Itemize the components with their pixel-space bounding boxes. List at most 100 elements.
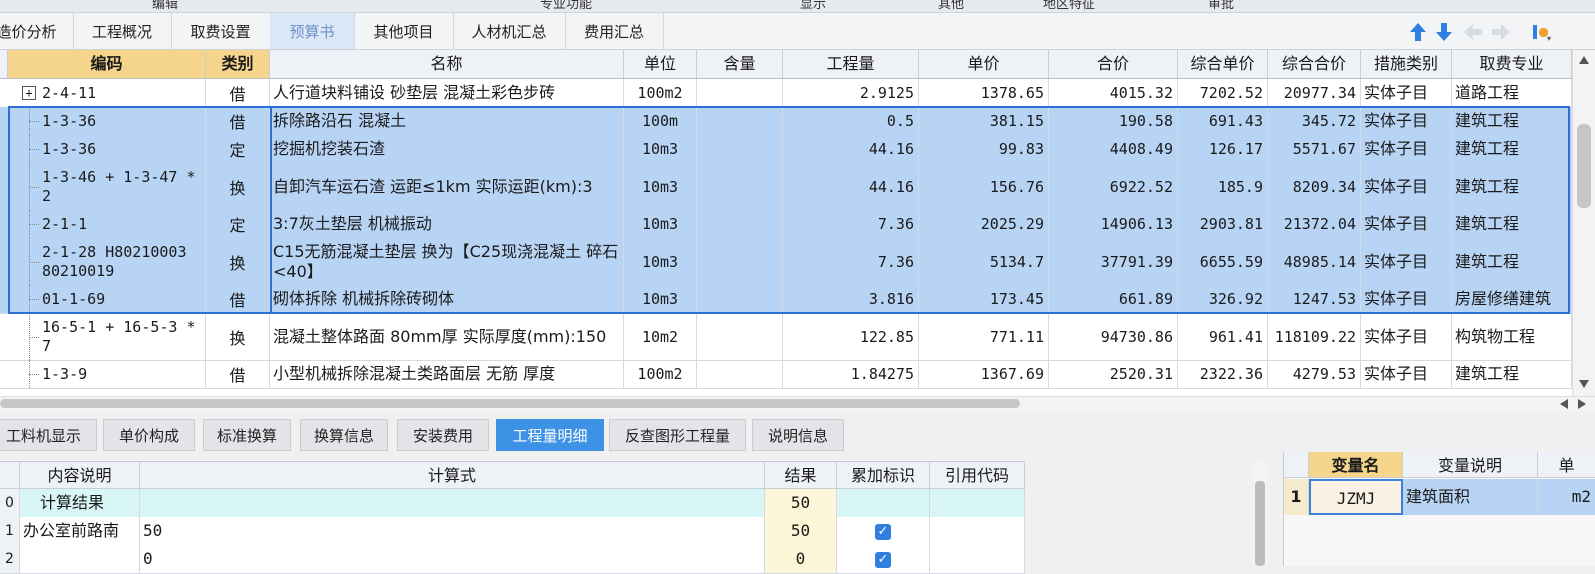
header-measure-type[interactable]: 措施类别 (1361, 50, 1452, 78)
cell-fee[interactable]: 建筑工程 (1452, 135, 1572, 163)
cell-content[interactable] (697, 210, 783, 238)
checkbox-checked-icon[interactable]: ✓ (875, 523, 891, 540)
cell-unit[interactable]: 100m2 (624, 360, 697, 388)
vars-unit-cell[interactable]: m2 (1538, 479, 1595, 515)
cell-type[interactable]: 换 (206, 238, 270, 285)
cell-fee[interactable]: 建筑工程 (1452, 210, 1572, 238)
cell-total[interactable]: 6922.52 (1049, 163, 1178, 210)
grid-hscroll-thumb[interactable] (0, 399, 1020, 408)
cell-code[interactable]: 1-3-46 + 1-3-47 * 2 (0, 163, 206, 210)
cell-total[interactable]: 661.89 (1049, 285, 1178, 313)
cell-code[interactable]: 1-3-36 (0, 107, 206, 135)
cell-content[interactable] (697, 135, 783, 163)
cell-comp-total[interactable]: 21372.04 (1268, 210, 1361, 238)
cell-measure[interactable]: 实体子目 (1361, 285, 1452, 313)
cell-qty[interactable]: 2.9125 (783, 79, 919, 107)
cell-content[interactable] (697, 79, 783, 107)
menu-edit[interactable]: 编辑 (152, 0, 178, 12)
detail-desc-cell[interactable]: 计算结果 (20, 489, 140, 517)
cell-unit[interactable]: 10m2 (624, 313, 697, 360)
cell-qty[interactable]: 0.5 (783, 107, 919, 135)
cell-measure[interactable]: 实体子目 (1361, 163, 1452, 210)
scroll-left-icon[interactable] (1560, 399, 1568, 409)
cell-unit[interactable]: 10m3 (624, 163, 697, 210)
cell-price[interactable]: 5134.7 (919, 238, 1049, 285)
vars-row[interactable]: 1 JZMJ 建筑面积 m2 (1284, 479, 1595, 515)
cell-measure[interactable]: 实体子目 (1361, 238, 1452, 285)
cell-price[interactable]: 99.83 (919, 135, 1049, 163)
cell-code[interactable]: 16-5-1 + 16-5-3 * 7 (0, 313, 206, 360)
cell-comp-price[interactable]: 2322.36 (1178, 360, 1268, 388)
vars-desc-cell[interactable]: 建筑面积 (1403, 479, 1538, 515)
tab-install-cost[interactable]: 安装费用 (397, 419, 489, 451)
cell-qty[interactable]: 44.16 (783, 163, 919, 210)
scroll-down-icon[interactable] (1579, 380, 1589, 388)
tab-cost-analysis[interactable]: 造价分析 (0, 13, 74, 49)
cell-total[interactable]: 2520.31 (1049, 360, 1178, 388)
detail-header-desc[interactable]: 内容说明 (20, 462, 140, 489)
vars-header-name[interactable]: 变量名 (1309, 452, 1403, 478)
detail-row[interactable]: 0 计算结果 50 (0, 489, 1025, 518)
menu-professional[interactable]: 专业功能 (540, 0, 592, 12)
header-content[interactable]: 含量 (697, 50, 783, 78)
cell-content[interactable] (697, 285, 783, 313)
cell-code[interactable]: +2-4-11 (0, 79, 206, 107)
cell-comp-price[interactable]: 185.9 (1178, 163, 1268, 210)
budget-row[interactable]: 2-1-28 H80210003 80210019 换 C15无筋混凝土垫层 换为【… (0, 238, 1572, 286)
budget-row[interactable]: 1-3-36 借 拆除路沿石 混凝土 100m 0.5 381.15 190.58 691.4… (0, 107, 1572, 136)
detail-result-cell[interactable]: 50 (765, 489, 837, 517)
detail-desc-cell[interactable] (20, 545, 140, 573)
cell-name[interactable]: 人行道块料铺设 砂垫层 混凝土彩色步砖 (270, 79, 624, 107)
cell-name[interactable]: 挖掘机挖装石渣 (270, 135, 624, 163)
detail-header-result[interactable]: 结果 (765, 462, 837, 489)
cell-comp-total[interactable]: 48985.14 (1268, 238, 1361, 285)
budget-row[interactable]: 1-3-46 + 1-3-47 * 2 换 自卸汽车运石渣 运距≤1km 实际运距(… (0, 163, 1572, 211)
cell-comp-total[interactable]: 5571.67 (1268, 135, 1361, 163)
cell-code[interactable]: 1-3-9 (0, 360, 206, 388)
detail-ref-cell[interactable] (930, 517, 1025, 545)
tab-conversion-info[interactable]: 换算信息 (300, 419, 388, 451)
header-unit-price[interactable]: 单价 (919, 50, 1049, 78)
grid-vertical-scrollbar[interactable] (1572, 50, 1595, 398)
tab-fee-summary[interactable]: 费用汇总 (565, 13, 664, 49)
budget-row[interactable]: +2-4-11 借 人行道块料铺设 砂垫层 混凝土彩色步砖 100m2 2.9125 13… (0, 79, 1572, 108)
header-fee-specialty[interactable]: 取费专业 (1452, 50, 1572, 78)
detail-result-cell[interactable]: 0 (765, 545, 837, 573)
tab-labor-material-summary[interactable]: 人材机汇总 (453, 13, 566, 49)
detail-accumulate-cell[interactable] (837, 489, 930, 517)
cell-comp-total[interactable]: 118109.22 (1268, 313, 1361, 360)
cell-qty[interactable]: 122.85 (783, 313, 919, 360)
arrow-down-icon[interactable] (1433, 21, 1455, 43)
cell-price[interactable]: 771.11 (919, 313, 1049, 360)
cell-fee[interactable]: 构筑物工程 (1452, 313, 1572, 360)
tab-budget[interactable]: 预算书 (270, 13, 355, 49)
menu-display[interactable]: 显示 (800, 0, 826, 12)
detail-formula-cell[interactable]: 0 (140, 545, 765, 573)
budget-row[interactable]: 2-1-1 定 3:7灰土垫层 机械振动 10m3 7.36 2025.29 14906.1… (0, 210, 1572, 239)
cell-comp-price[interactable]: 961.41 (1178, 313, 1268, 360)
cell-price[interactable]: 156.76 (919, 163, 1049, 210)
tab-other-items[interactable]: 其他项目 (354, 13, 454, 49)
header-quantity[interactable]: 工程量 (783, 50, 919, 78)
header-total[interactable]: 合价 (1049, 50, 1178, 78)
cell-name[interactable]: C15无筋混凝土垫层 换为【C25现浇混凝土 碎石<40】 (270, 238, 624, 285)
cell-measure[interactable]: 实体子目 (1361, 135, 1452, 163)
cell-fee[interactable]: 道路工程 (1452, 79, 1572, 107)
cell-price[interactable]: 381.15 (919, 107, 1049, 135)
cell-name[interactable]: 混凝土整体路面 80mm厚 实际厚度(mm):150 (270, 313, 624, 360)
settings-icon[interactable]: ▾ (1530, 21, 1552, 43)
tab-quantity-details[interactable]: 工程量明细 (496, 419, 604, 451)
cell-price[interactable]: 173.45 (919, 285, 1049, 313)
budget-row[interactable]: 16-5-1 + 16-5-3 * 7 换 混凝土整体路面 80mm厚 实际厚度(m… (0, 313, 1572, 361)
cell-content[interactable] (697, 163, 783, 210)
cell-total[interactable]: 94730.86 (1049, 313, 1178, 360)
detail-header-formula[interactable]: 计算式 (140, 462, 765, 489)
vars-header-unit[interactable]: 单 (1538, 452, 1595, 478)
cell-unit[interactable]: 10m3 (624, 238, 697, 285)
cell-name[interactable]: 砌体拆除 机械拆除砖砌体 (270, 285, 624, 313)
cell-qty[interactable]: 3.816 (783, 285, 919, 313)
cell-qty[interactable]: 1.84275 (783, 360, 919, 388)
cell-code[interactable]: 2-1-28 H80210003 80210019 (0, 238, 206, 285)
budget-row[interactable]: 01-1-69 借 砌体拆除 机械拆除砖砌体 10m3 3.816 173.45 661.8… (0, 285, 1572, 314)
detail-header-accumulate[interactable]: 累加标识 (837, 462, 930, 489)
